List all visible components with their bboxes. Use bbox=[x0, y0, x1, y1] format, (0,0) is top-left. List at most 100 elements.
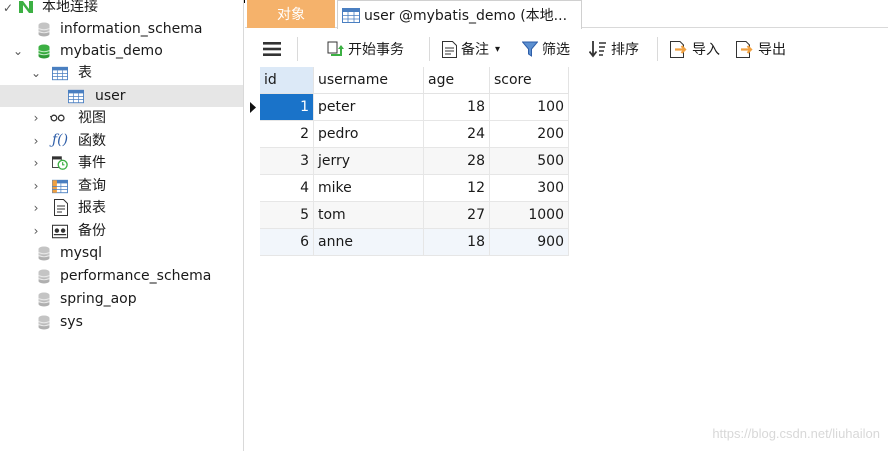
cell-username[interactable]: pedro bbox=[314, 121, 424, 148]
tree-label-events: 事件 bbox=[78, 155, 106, 171]
tab-objects[interactable]: 对象 bbox=[247, 0, 335, 28]
tree-node-reports[interactable]: › 报表 bbox=[0, 197, 243, 219]
column-header-score[interactable]: score bbox=[490, 67, 569, 94]
cell-username[interactable]: jerry bbox=[314, 148, 424, 175]
chevron-right-icon[interactable]: › bbox=[30, 112, 42, 124]
cell-age[interactable]: 27 bbox=[424, 202, 490, 229]
chevron-down-icon[interactable]: ✓ bbox=[2, 2, 14, 14]
event-clock-icon bbox=[52, 155, 68, 171]
filter-button[interactable]: 筛选 bbox=[522, 38, 570, 60]
cell-username[interactable]: tom bbox=[314, 202, 424, 229]
toolbar: 开始事务 备注 ▾ 筛选 排序 导入 导出 bbox=[245, 29, 888, 67]
cell-score[interactable]: 900 bbox=[490, 229, 569, 256]
tree-node-tables[interactable]: ⌄ 表 bbox=[0, 62, 243, 84]
table-icon bbox=[342, 7, 360, 23]
tree-label-queries: 查询 bbox=[78, 178, 106, 194]
menu-button[interactable] bbox=[263, 38, 285, 60]
export-label: 导出 bbox=[758, 42, 786, 58]
tree-label-views: 视图 bbox=[78, 110, 106, 126]
current-row-marker[interactable] bbox=[246, 94, 260, 121]
column-header-age[interactable]: age bbox=[424, 67, 490, 94]
chevron-right-icon[interactable]: › bbox=[30, 225, 42, 237]
tree-label-functions: 函数 bbox=[78, 133, 106, 149]
cell-username[interactable]: anne bbox=[314, 229, 424, 256]
chevron-right-icon[interactable]: › bbox=[30, 180, 42, 192]
tab-user-label: user @mybatis_demo (本地... bbox=[364, 8, 568, 24]
cell-score[interactable]: 1000 bbox=[490, 202, 569, 229]
toolbar-divider bbox=[657, 37, 658, 61]
tab-objects-label: 对象 bbox=[277, 7, 305, 23]
tree-node-events[interactable]: › 事件 bbox=[0, 152, 243, 174]
toolbar-divider bbox=[429, 37, 430, 61]
tree-node-backups[interactable]: › 备份 bbox=[0, 220, 243, 242]
cell-age[interactable]: 24 bbox=[424, 121, 490, 148]
chevron-right-icon[interactable]: › bbox=[30, 157, 42, 169]
notes-button[interactable]: 备注 ▾ bbox=[442, 38, 500, 60]
export-button[interactable]: 导出 bbox=[736, 38, 786, 60]
cell-username[interactable]: peter bbox=[314, 94, 424, 121]
database-label: spring_aop bbox=[60, 291, 137, 307]
cell-score[interactable]: 500 bbox=[490, 148, 569, 175]
tree-db-sys[interactable]: sys bbox=[0, 311, 243, 333]
column-header-id[interactable]: id bbox=[260, 67, 314, 94]
sort-label: 排序 bbox=[611, 42, 639, 58]
tree-node-queries[interactable]: › 查询 bbox=[0, 175, 243, 197]
tree-label-tables: 表 bbox=[78, 65, 92, 81]
report-icon bbox=[53, 198, 69, 216]
sort-button[interactable]: 排序 bbox=[589, 38, 639, 60]
cell-id[interactable]: 6 bbox=[260, 229, 314, 256]
database-icon bbox=[36, 314, 52, 330]
export-icon bbox=[736, 40, 753, 58]
cell-age[interactable]: 12 bbox=[424, 175, 490, 202]
connection-label: 本地连接 bbox=[42, 0, 98, 15]
cell-id[interactable]: 4 bbox=[260, 175, 314, 202]
tree-label-reports: 报表 bbox=[78, 200, 106, 216]
database-label: sys bbox=[60, 314, 83, 330]
backup-icon bbox=[52, 223, 68, 239]
tree-db-mybatis-demo[interactable]: ⌄ mybatis_demo bbox=[0, 40, 243, 62]
chevron-down-icon[interactable]: ⌄ bbox=[12, 45, 24, 57]
tree-db-mysql[interactable]: mysql bbox=[0, 242, 243, 264]
database-label: performance_schema bbox=[60, 268, 212, 284]
tree-db-information-schema[interactable]: information_schema bbox=[0, 18, 243, 40]
tree-db-performance-schema[interactable]: performance_schema bbox=[0, 265, 243, 287]
import-label: 导入 bbox=[692, 42, 720, 58]
chevron-right-icon[interactable]: › bbox=[30, 135, 42, 147]
begin-transaction-label: 开始事务 bbox=[348, 42, 404, 58]
database-icon bbox=[36, 21, 52, 37]
tree-table-user[interactable]: user bbox=[0, 85, 243, 107]
database-label: mybatis_demo bbox=[60, 43, 163, 59]
database-icon bbox=[36, 245, 52, 261]
watermark: https://blog.csdn.net/liuhailon bbox=[712, 426, 880, 441]
chevron-down-icon[interactable]: ⌄ bbox=[30, 67, 42, 79]
tree-connection-row[interactable]: ✓ 本地连接 bbox=[0, 0, 243, 18]
cell-age[interactable]: 28 bbox=[424, 148, 490, 175]
begin-transaction-button[interactable]: 开始事务 bbox=[327, 38, 404, 60]
hamburger-menu-icon bbox=[263, 42, 281, 56]
tree-db-spring-aop[interactable]: spring_aop bbox=[0, 288, 243, 310]
cell-score[interactable]: 300 bbox=[490, 175, 569, 202]
chevron-right-icon[interactable]: › bbox=[30, 202, 42, 214]
cell-score[interactable]: 100 bbox=[490, 94, 569, 121]
tree-node-functions[interactable]: › ƒ() 函数 bbox=[0, 130, 243, 152]
transaction-icon bbox=[327, 41, 344, 56]
database-icon bbox=[36, 268, 52, 284]
cell-id[interactable]: 3 bbox=[260, 148, 314, 175]
tree-node-views[interactable]: › 视图 bbox=[0, 107, 243, 129]
column-header-username[interactable]: username bbox=[314, 67, 424, 94]
cell-id[interactable]: 5 bbox=[260, 202, 314, 229]
cell-score[interactable]: 200 bbox=[490, 121, 569, 148]
tab-user-table[interactable]: user @mybatis_demo (本地... bbox=[337, 0, 582, 29]
cell-id[interactable]: 1 bbox=[260, 94, 314, 121]
tree-label-backups: 备份 bbox=[78, 223, 106, 239]
query-icon bbox=[52, 178, 68, 194]
cell-age[interactable]: 18 bbox=[424, 94, 490, 121]
table-icon bbox=[68, 88, 84, 104]
cell-id[interactable]: 2 bbox=[260, 121, 314, 148]
filter-label: 筛选 bbox=[542, 42, 570, 58]
cell-username[interactable]: mike bbox=[314, 175, 424, 202]
notes-label: 备注 bbox=[461, 42, 489, 58]
dropdown-arrow-icon[interactable]: ▾ bbox=[495, 44, 500, 55]
cell-age[interactable]: 18 bbox=[424, 229, 490, 256]
import-button[interactable]: 导入 bbox=[670, 38, 720, 60]
